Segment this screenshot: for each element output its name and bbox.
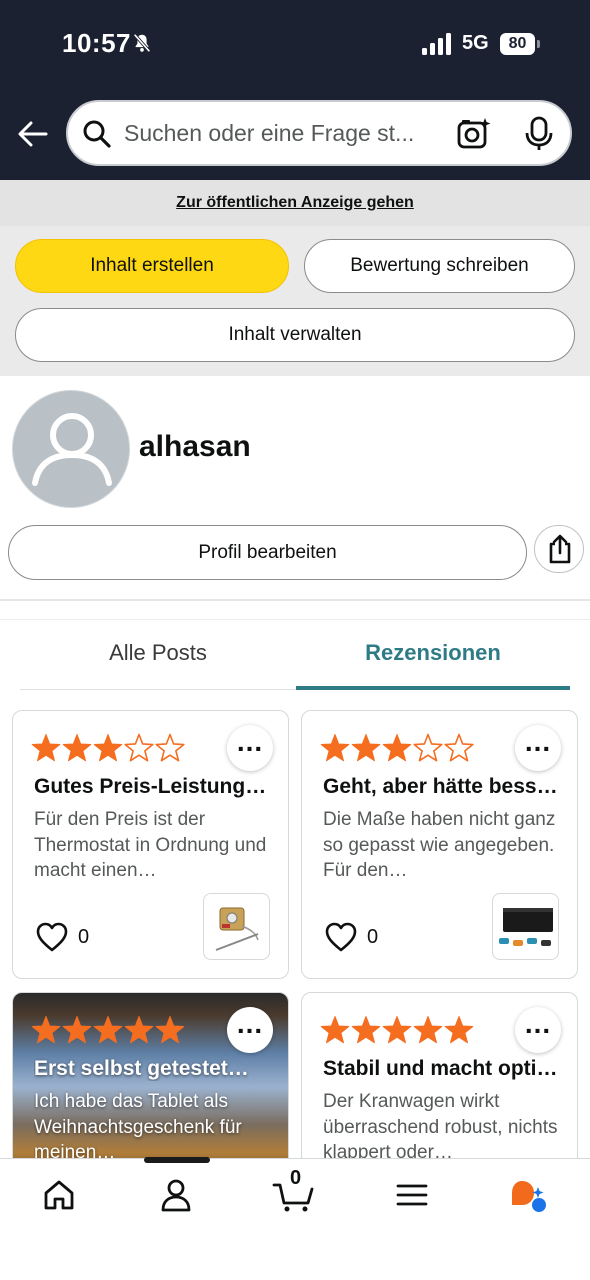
star-filled-icon	[155, 1016, 185, 1044]
ellipsis-icon: ...	[524, 726, 552, 757]
star-empty-icon	[155, 733, 185, 762]
heart-icon[interactable]	[35, 921, 69, 953]
tab-all-posts[interactable]: Alle Posts	[20, 640, 296, 680]
star-filled-icon	[320, 1016, 350, 1044]
back-arrow-icon[interactable]	[16, 117, 50, 151]
home-icon[interactable]	[41, 1177, 77, 1213]
review-excerpt: Für den Preis ist der Thermostat in Ordn…	[34, 809, 267, 881]
battery-level: 80	[508, 35, 527, 52]
camera-search-icon[interactable]	[456, 116, 492, 152]
create-content-button[interactable]: Inhalt erstellen	[15, 239, 289, 293]
public-view-link[interactable]: Zur öffentlichen Anzeige gehen	[0, 180, 590, 226]
star-filled-icon	[382, 1016, 412, 1044]
star-filled-icon	[62, 734, 92, 762]
review-card[interactable]: ... Stabil und macht optisch was her Der…	[301, 992, 578, 1182]
profile-username: alhasan	[139, 430, 251, 463]
star-filled-icon	[413, 1016, 443, 1044]
product-thumbnail[interactable]	[203, 893, 270, 960]
tab-reviews[interactable]: Rezensionen	[296, 640, 570, 680]
star-empty-icon	[444, 733, 474, 762]
star-filled-icon	[351, 1016, 381, 1044]
more-options-button[interactable]: ...	[515, 725, 561, 771]
star-filled-icon	[351, 734, 381, 762]
active-tab-indicator	[296, 686, 570, 690]
review-excerpt: Der Kranwagen wirkt überraschend robust,…	[323, 1091, 558, 1163]
battery-icon: 80	[500, 33, 540, 55]
like-count: 0	[78, 926, 90, 948]
bell-muted-icon	[133, 33, 151, 53]
star-rating	[31, 733, 185, 762]
review-excerpt: Ich habe das Tablet als Weihnachtsgesche…	[34, 1091, 242, 1163]
amplifier-product-image	[499, 908, 553, 946]
signal-icon	[422, 33, 451, 55]
star-filled-icon	[320, 734, 350, 762]
review-title: Gutes Preis-Leistungsverhältnis	[34, 775, 269, 798]
tab-baseline	[20, 689, 296, 690]
star-filled-icon	[444, 1016, 474, 1044]
review-card[interactable]: ... Erst selbst getestet… Ich habe das T…	[12, 992, 289, 1182]
share-button[interactable]	[534, 525, 584, 573]
more-options-button[interactable]: ...	[515, 1007, 561, 1053]
heart-icon[interactable]	[324, 921, 358, 953]
ellipsis-icon: ...	[524, 1008, 552, 1039]
star-filled-icon	[382, 734, 412, 762]
star-filled-icon	[124, 1016, 154, 1044]
microphone-icon[interactable]	[524, 116, 554, 152]
ellipsis-icon: ...	[236, 1008, 264, 1039]
star-rating	[31, 1016, 185, 1044]
more-options-button[interactable]: ...	[227, 1007, 273, 1053]
star-rating	[320, 733, 474, 762]
search-icon	[83, 120, 111, 148]
edit-profile-button[interactable]: Profil bearbeiten	[8, 525, 527, 580]
star-filled-icon	[31, 1016, 61, 1044]
star-rating	[320, 1016, 474, 1044]
avatar[interactable]	[12, 390, 130, 508]
write-review-button[interactable]: Bewertung schreiben	[304, 239, 575, 293]
like-count: 0	[367, 926, 379, 948]
home-indicator	[144, 1157, 210, 1163]
review-title: Stabil und macht optisch was her	[323, 1057, 558, 1080]
star-filled-icon	[93, 1016, 123, 1044]
share-icon	[549, 534, 571, 564]
star-filled-icon	[31, 734, 61, 762]
search-input[interactable]: Suchen oder eine Frage st...	[124, 102, 444, 164]
review-title: Geht, aber hätte besser sein können	[323, 775, 558, 798]
account-icon[interactable]	[158, 1177, 194, 1213]
ellipsis-icon: ...	[236, 726, 264, 757]
network-label: 5G	[462, 32, 489, 54]
more-options-button[interactable]: ...	[227, 725, 273, 771]
top-header: 10:57 5G 80 Suchen oder eine Frage st...	[0, 0, 590, 180]
section-divider	[0, 619, 590, 620]
product-thumbnail[interactable]	[492, 893, 559, 960]
status-time: 10:57	[62, 28, 131, 58]
star-filled-icon	[93, 734, 123, 762]
default-avatar-icon	[32, 413, 112, 486]
review-title: Erst selbst getestet…	[34, 1057, 249, 1080]
manage-content-button[interactable]: Inhalt verwalten	[15, 308, 575, 362]
cart-count: 0	[290, 1167, 302, 1189]
star-filled-icon	[62, 1016, 92, 1044]
search-bar[interactable]: Suchen oder eine Frage st...	[66, 100, 572, 166]
rufus-ai-icon[interactable]	[508, 1177, 550, 1213]
review-excerpt: Die Maße haben nicht ganz so gepasst wie…	[323, 809, 556, 881]
bottom-nav: 0	[0, 1158, 590, 1280]
review-card[interactable]: ... Geht, aber hätte besser sein können …	[301, 710, 578, 979]
review-card[interactable]: ... Gutes Preis-Leistungsverhältnis Für …	[12, 710, 289, 979]
star-empty-icon	[413, 733, 443, 762]
thermostat-product-image	[215, 907, 259, 951]
star-empty-icon	[124, 733, 154, 762]
section-divider	[0, 599, 590, 601]
menu-icon[interactable]	[394, 1177, 430, 1213]
